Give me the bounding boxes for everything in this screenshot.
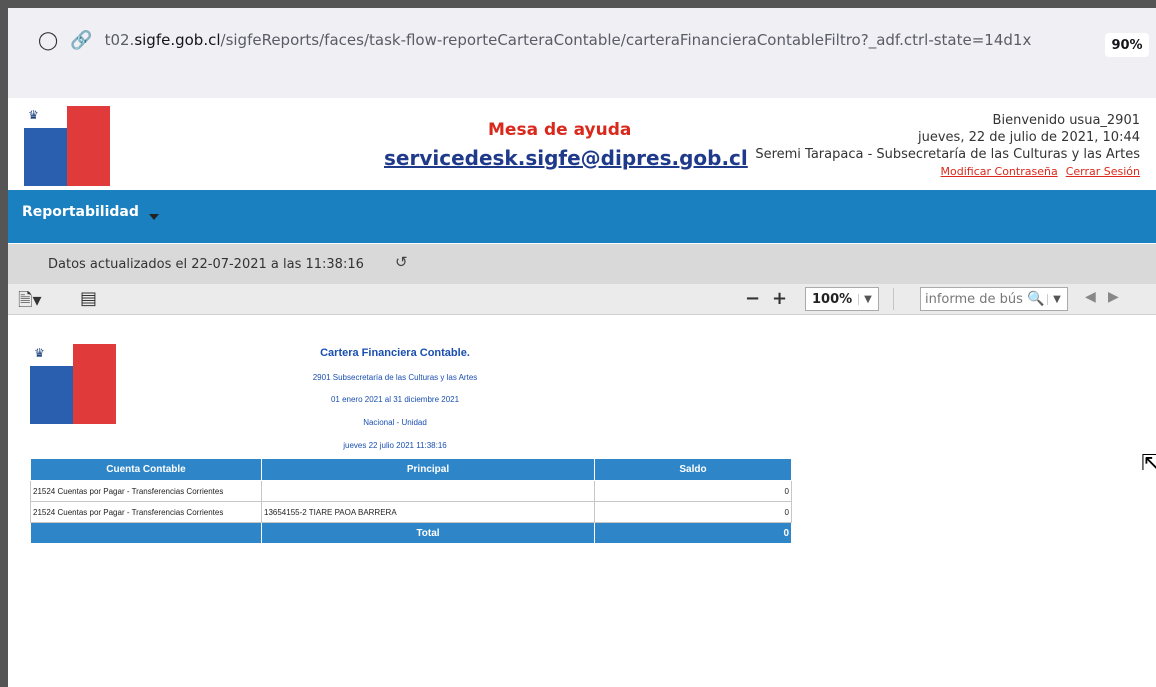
zoom-in-button[interactable]: + (772, 288, 787, 309)
browser-zoom-badge[interactable]: 90% (1105, 33, 1149, 57)
total-label: Total (261, 522, 595, 544)
report-subtitle: 2901 Subsecretaría de las Culturas y las… (312, 373, 478, 382)
shield-icon[interactable]: ◯ (38, 30, 58, 51)
site-header: ♛ Gobierno de Chile Mesa de ayuda service… (8, 98, 1156, 190)
welcome-panel: Bienvenido usua_2901 jueves, 22 de julio… (755, 112, 1140, 180)
report-table: Cuenta Contable Principal Saldo 21524 Cu… (30, 458, 792, 544)
report-search-input[interactable]: informe de bús 🔍 ▼ (920, 287, 1068, 311)
toolbar-divider (893, 288, 894, 310)
total-value: 0 (594, 522, 792, 544)
cell-saldo: 0 (594, 480, 792, 502)
report-title: Cartera Financiera Contable. (320, 347, 470, 359)
total-empty-cell (30, 522, 262, 544)
data-updated-text: Datos actualizados el 22-07-2021 a las 1… (48, 257, 364, 272)
url-field[interactable]: ◯ 🔗 t02. sigfe.gob.cl/sigfeReports/faces/… (38, 26, 1031, 54)
help-title: Mesa de ayuda (488, 120, 632, 140)
refresh-icon[interactable]: ↺ (395, 253, 408, 271)
page-view-icon[interactable]: ▤ (80, 288, 97, 309)
search-placeholder: informe de bús (925, 291, 1023, 307)
logo-text-line2: de Chile (112, 117, 135, 123)
report-period: 01 enero 2021 al 31 diciembre 2021 (330, 395, 460, 404)
report-scope: Nacional - Unidad (363, 418, 427, 427)
report-toolbar: 🗎▾ ▤ − + 100% ▼ informe de bús 🔍 ▼ ◀ ▶ (8, 284, 1156, 315)
change-password-link[interactable]: Modificar Contraseña (941, 165, 1058, 178)
cell-saldo: 0 (594, 501, 792, 523)
url-host: sigfe.gob.cl (134, 31, 221, 49)
chevron-down-icon[interactable] (149, 214, 159, 220)
data-updated-bar: Datos actualizados el 22-07-2021 a las 1… (8, 244, 1156, 284)
help-email-link[interactable]: servicedesk.sigfe@dipres.gob.cl (384, 146, 748, 170)
search-icon[interactable]: 🔍 (1027, 291, 1047, 307)
current-datetime: jueves, 22 de julio de 2021, 10:44 (918, 130, 1140, 145)
next-result-icon[interactable]: ▶ (1108, 289, 1119, 305)
previous-result-icon[interactable]: ◀ (1085, 289, 1096, 305)
zoom-select[interactable]: 100% ▼ (805, 287, 879, 311)
zoom-out-button[interactable]: − (745, 288, 760, 309)
chevron-down-icon[interactable]: ▼ (1047, 293, 1066, 305)
cell-cuenta: 21524 Cuentas por Pagar - Transferencias… (30, 480, 262, 502)
cell-cuenta: 21524 Cuentas por Pagar - Transferencias… (30, 501, 262, 523)
welcome-user: Bienvenido usua_2901 (992, 113, 1140, 128)
organization: Seremi Tarapaca - Subsecretaría de las C… (755, 147, 1140, 162)
gobierno-logo: ♛ Gobierno de Chile (24, 106, 137, 186)
menu-reportabilidad[interactable]: Reportabilidad (22, 204, 139, 220)
table-row: 21524 Cuentas por Pagar - Transferencias… (30, 501, 792, 523)
cell-principal: 13654155-2 TIARE PAOA BARRERA (261, 501, 595, 523)
column-header: Saldo (594, 458, 792, 481)
logout-link[interactable]: Cerrar Sesión (1066, 165, 1140, 178)
cell-principal (261, 480, 595, 502)
table-row: 21524 Cuentas por Pagar - Transferencias… (30, 480, 792, 502)
url-fade (1053, 26, 1103, 56)
url-prefix: t02. (104, 31, 135, 49)
tracking-protection-icon[interactable]: 🔗 (70, 30, 92, 51)
main-menu-bar: Reportabilidad (8, 190, 1156, 243)
zoom-select-value: 100% (812, 291, 853, 307)
logo-text-line1: Gobierno (112, 110, 137, 116)
coat-of-arms-icon: ♛ (28, 108, 39, 122)
report-generated: jueves 22 julio 2021 11:38:16 (343, 441, 447, 450)
url-path: /sigfeReports/faces/task-flow-reporteCar… (220, 31, 1032, 49)
column-header: Principal (261, 458, 595, 481)
browser-address-bar: ◯ 🔗 t02. sigfe.gob.cl/sigfeReports/faces/… (8, 8, 1156, 99)
chevron-down-icon[interactable]: ▼ (858, 293, 877, 305)
mouse-cursor-icon: ⇱ (1141, 451, 1156, 476)
export-icon[interactable]: 🗎▾ (18, 288, 42, 318)
column-header: Cuenta Contable (30, 458, 262, 481)
total-row: Total 0 (30, 522, 792, 544)
